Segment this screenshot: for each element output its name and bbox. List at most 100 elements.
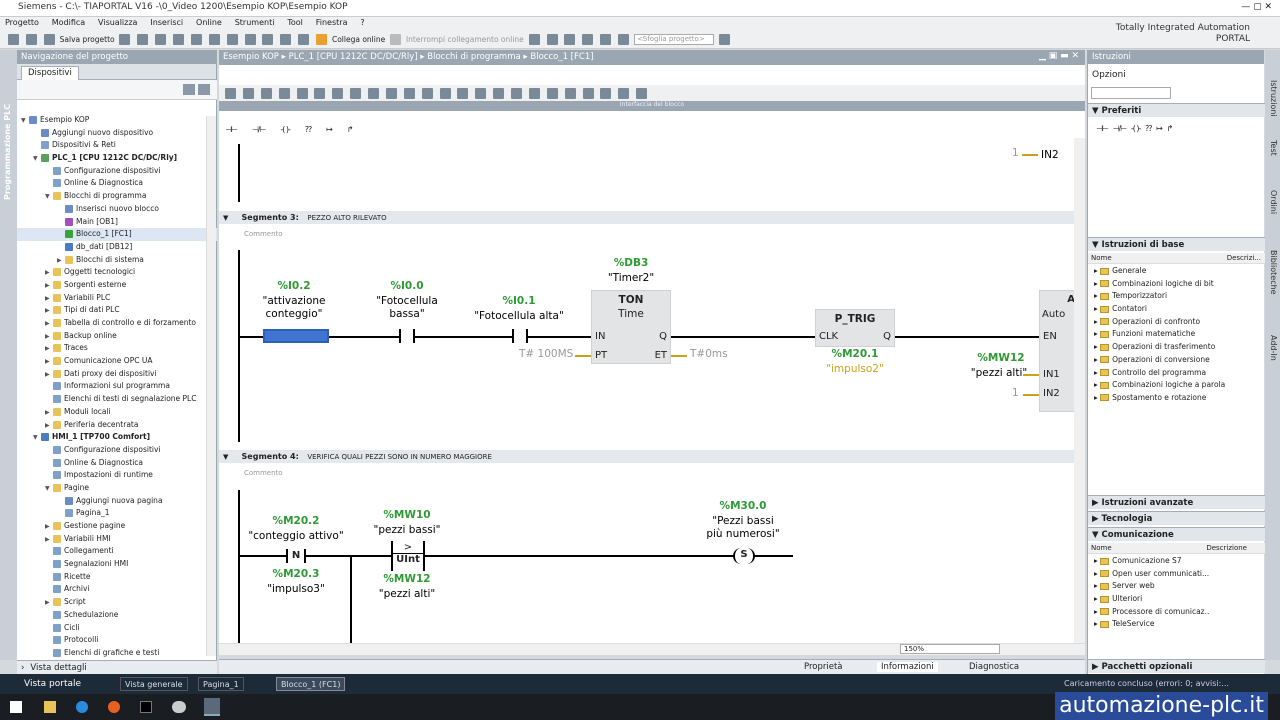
ladder-editor[interactable]: 1 IN2 ▼ Segmento 3: PEZZO ALTO RILEVATO … — [219, 138, 1074, 643]
tree-item[interactable]: Collegamenti — [17, 545, 217, 558]
menu-modifica[interactable]: Modifica — [47, 17, 90, 27]
tree-item[interactable]: ▶ Comunicazione OPC UA — [17, 355, 217, 368]
tree-item[interactable]: Dispositivi & Reti — [17, 139, 217, 152]
overview-icon[interactable] — [183, 84, 195, 95]
zoom-select[interactable]: 150% — [900, 644, 1000, 654]
terminal-icon[interactable] — [140, 701, 152, 713]
paste-icon[interactable] — [173, 34, 185, 45]
instruction-folder[interactable]: ▸ Generale — [1088, 265, 1265, 278]
tree-item[interactable]: ▼ PLC_1 [CPU 1212C DC/DC/Rly] — [17, 152, 217, 165]
tree-item[interactable]: ▶ Gestione pagine — [17, 520, 217, 533]
stop-cpu-icon[interactable] — [564, 34, 576, 45]
details-view-bar[interactable]: › Vista dettagli — [17, 660, 217, 674]
seg3-contact-selected[interactable] — [263, 329, 329, 343]
close-all-icon[interactable] — [457, 88, 469, 99]
tree-item[interactable]: Impostazioni di runtime — [17, 469, 217, 482]
seg4-compare-contact[interactable]: > UInt — [391, 541, 425, 571]
tree-item[interactable]: ▶ Blocchi di sistema — [17, 254, 217, 267]
open-all-icon[interactable] — [439, 88, 451, 99]
segment-4-desc[interactable]: VERIFICA QUALI PEZZI SONO IN NUMERO MAGG… — [307, 453, 492, 461]
instruction-folder[interactable]: ▸ Processore di comunicaz.. — [1088, 606, 1265, 619]
tab-libraries[interactable]: Biblioteche — [1269, 250, 1278, 295]
ton-et-value[interactable]: T#0ms — [690, 348, 728, 361]
instruction-folder[interactable]: ▸ Contatori — [1088, 303, 1265, 316]
seg4-comment[interactable]: Commento — [244, 469, 283, 477]
tree-item[interactable]: ▼ Blocchi di programma — [17, 190, 217, 203]
go-offline-button[interactable]: Interrompi collegamento online — [406, 35, 524, 44]
tree-item[interactable]: Informazioni sul programma — [17, 380, 217, 393]
favorites-section[interactable]: ▼ Preferiti — [1088, 103, 1265, 117]
breadcrumb-plc[interactable]: PLC_1 [CPU 1212C DC/DC/Rly] — [289, 52, 418, 62]
tree-item[interactable]: ▶ Moduli locali — [17, 406, 217, 419]
tree-item[interactable]: Inserisci nuovo blocco — [17, 203, 217, 216]
tab-devices[interactable]: Dispositivi — [21, 66, 79, 80]
breadcrumb-block[interactable]: Blocco_1 [FC1] — [530, 52, 593, 62]
tree-item[interactable]: Ricette — [17, 571, 217, 584]
tree-item[interactable]: ▶ Dati proxy dei dispositivi — [17, 368, 217, 381]
ptrig-box[interactable]: P_TRIG CLK Q — [815, 309, 895, 347]
split-horizontal-icon[interactable] — [600, 34, 612, 45]
tree-item[interactable]: Configurazione dispositivi — [17, 165, 217, 178]
editor-tool-1-icon[interactable] — [225, 88, 236, 99]
ton-pt-value[interactable]: T# 100MS — [519, 348, 573, 361]
instruction-folder[interactable]: ▸ Comunicazione S7 — [1088, 555, 1265, 568]
app-icon[interactable] — [172, 701, 186, 713]
breakpoint-icon[interactable] — [511, 88, 522, 99]
save-icon[interactable] — [43, 34, 55, 45]
windows-start-icon[interactable] — [10, 701, 22, 713]
delete-network-icon[interactable] — [350, 88, 362, 99]
communication-section[interactable]: ▼ Comunicazione — [1088, 527, 1265, 541]
base-instructions-section[interactable]: ▼ Istruzioni di base — [1088, 237, 1265, 251]
copy-icon[interactable] — [155, 34, 167, 45]
cut-icon[interactable] — [137, 34, 149, 45]
goto-error-next-icon[interactable] — [564, 88, 576, 99]
tab-tasks[interactable]: Ordini — [1269, 190, 1278, 214]
editor-tool-6-icon[interactable] — [314, 88, 326, 99]
go-online-icon[interactable] — [316, 34, 328, 45]
print-icon[interactable] — [119, 34, 131, 45]
tree-item[interactable]: Aggiungi nuova pagina — [17, 495, 217, 508]
project-search-input[interactable]: <Sfoglia progetto> — [633, 34, 714, 45]
save-project-button[interactable]: Salva progetto — [60, 35, 115, 44]
download-icon[interactable] — [262, 34, 274, 45]
taskbar-page1[interactable]: Pagina_1 — [198, 677, 244, 691]
go-online-button[interactable]: Collega online — [332, 35, 385, 44]
technology-section[interactable]: ▶ Tecnologia — [1088, 511, 1265, 525]
tree-item[interactable]: Online & Diagnostica — [17, 177, 217, 190]
segment-3-desc[interactable]: PEZZO ALTO RILEVATO — [307, 214, 386, 222]
ton-timer-box[interactable]: TON Time IN Q PT ET — [591, 290, 671, 364]
tree-item[interactable]: ▶ Tipi di dati PLC — [17, 304, 217, 317]
tree-item[interactable]: Protocolli — [17, 634, 217, 647]
taskbar-block1[interactable]: Blocco_1 (FC1) — [276, 677, 346, 691]
update-calls-icon[interactable] — [582, 88, 594, 99]
tree-item[interactable]: ▼ HMI_1 [TP700 Comfort] — [17, 431, 217, 444]
tree-item[interactable]: Elenchi di grafiche e testi — [17, 647, 217, 660]
cross-reference-icon[interactable] — [582, 34, 594, 45]
instruction-folder[interactable]: ▸ Combinazioni logiche a parola — [1088, 379, 1265, 392]
tree-item[interactable]: Blocco_1 [FC1] — [17, 228, 217, 241]
start-cpu-icon[interactable] — [546, 34, 558, 45]
tab-test[interactable]: Test — [1269, 140, 1278, 156]
open-project-icon[interactable] — [25, 34, 37, 45]
tree-item[interactable]: ▶ Backup online — [17, 330, 217, 343]
simulation-icon[interactable] — [298, 34, 310, 45]
compile-icon[interactable] — [244, 34, 256, 45]
tree-item[interactable]: Elenchi di testi di segnalazione PLC — [17, 393, 217, 406]
add-row-icon[interactable] — [385, 88, 397, 99]
tree-item[interactable]: Archivi — [17, 583, 217, 596]
fav-empty-box-icon[interactable]: ?? — [305, 125, 312, 134]
instruction-folder[interactable]: ▸ Controllo del programma — [1088, 367, 1265, 380]
optional-packages-section[interactable]: ▶ Pacchetti opzionali — [1088, 659, 1265, 673]
tree-item[interactable]: ▶ Sorgenti esterne — [17, 279, 217, 292]
upload-icon[interactable] — [280, 34, 292, 45]
instruction-folder[interactable]: ▸ Temporizzatori — [1088, 290, 1265, 303]
monitoring-on-off-icon[interactable] — [618, 88, 630, 99]
plc-programming-tab[interactable]: Programmazione PLC — [3, 104, 12, 200]
editor-tool-5-icon[interactable] — [296, 88, 308, 99]
editor-tool-2-icon[interactable] — [242, 88, 254, 99]
favorites-toggle-icon[interactable] — [493, 88, 505, 99]
delete-icon[interactable] — [190, 34, 202, 45]
editor-window-controls[interactable]: ▁ ▣ ▬ ✕ — [1039, 51, 1079, 61]
expand-all-icon[interactable] — [403, 88, 415, 99]
tree-item[interactable]: Main [OB1] — [17, 216, 217, 229]
